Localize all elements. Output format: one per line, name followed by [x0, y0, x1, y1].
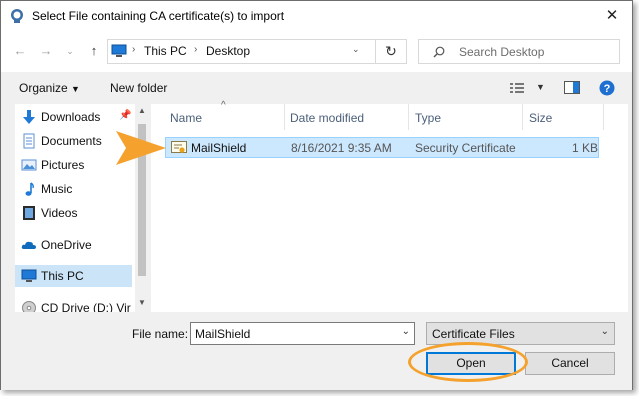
column-divider[interactable]	[603, 104, 604, 130]
chevron-down-icon: ⌄	[66, 46, 74, 56]
scroll-down-icon[interactable]: ▼	[138, 298, 146, 307]
svg-text:?: ?	[604, 83, 611, 95]
dialog-footer: File name: MailShield ⌄ Certificate File…	[1, 312, 632, 390]
view-options-icon[interactable]	[510, 82, 524, 94]
view-dropdown-icon[interactable]: ▼	[536, 82, 545, 92]
command-bar: Organize ▼ New folder ▼ ?	[1, 72, 632, 104]
file-dialog: Select File containing CA certificate(s)…	[0, 0, 633, 390]
search-placeholder: Search Desktop	[459, 45, 545, 59]
file-list: ^ Name Date modified Type Size MailShiel…	[151, 100, 628, 312]
arrow-left-icon: ←	[13, 43, 27, 58]
up-button[interactable]: ↑	[85, 42, 103, 60]
caret-down-icon: ▼	[71, 84, 80, 94]
column-divider[interactable]	[284, 104, 285, 130]
address-dropdown-icon[interactable]: ⌄	[352, 44, 360, 55]
breadcrumb-desktop[interactable]: Desktop	[206, 44, 250, 58]
music-icon	[25, 182, 34, 196]
breadcrumb-chevron-icon: ›	[132, 44, 136, 55]
refresh-icon: ↻	[385, 43, 397, 59]
callout-arrow	[116, 131, 166, 165]
scroll-up-icon[interactable]: ▲	[138, 106, 146, 115]
forward-button[interactable]: →	[37, 42, 55, 60]
arrow-up-icon: ↑	[90, 43, 98, 58]
search-icon	[433, 46, 445, 58]
file-date-cell: 8/16/2021 9:35 AM	[291, 141, 392, 155]
certificate-file-icon	[171, 141, 187, 153]
organize-menu[interactable]: Organize ▼	[19, 81, 80, 95]
cloud-icon	[21, 241, 36, 249]
chevron-down-icon[interactable]: ⌄	[402, 326, 410, 337]
arrow-right-icon: →	[39, 43, 53, 58]
sidebar-item-videos[interactable]: Videos	[15, 202, 133, 224]
sidebar-item-music[interactable]: Music	[15, 178, 133, 200]
sort-ascending-icon: ^	[221, 100, 226, 111]
cancel-button[interactable]: Cancel	[525, 352, 615, 375]
breadcrumb-this-pc[interactable]: This PC	[144, 44, 187, 58]
file-name-input[interactable]: MailShield ⌄	[190, 322, 415, 345]
pictures-icon	[21, 159, 37, 171]
column-header-name[interactable]: Name	[170, 111, 202, 125]
new-folder-button[interactable]: New folder	[110, 81, 167, 95]
title-bar: Select File containing CA certificate(s)…	[1, 1, 632, 32]
file-name-value: MailShield	[195, 327, 251, 341]
column-header-date-modified[interactable]: Date modified	[290, 111, 364, 125]
cd-drive-icon	[22, 301, 36, 312]
chevron-down-icon: ⌄	[600, 326, 609, 337]
file-name-label: File name:	[132, 327, 189, 341]
certificate-app-icon	[11, 9, 23, 23]
preview-pane-icon[interactable]	[564, 81, 580, 94]
computer-icon	[111, 44, 127, 57]
column-divider[interactable]	[522, 104, 523, 130]
search-box[interactable]: Search Desktop	[418, 39, 620, 64]
back-button[interactable]: ←	[11, 42, 29, 60]
navigation-bar: ← → ⌄ ↑ › This PC › Desktop ⌄ ↻ Search D…	[1, 32, 632, 72]
file-row-selected[interactable]: MailShield 8/16/2021 9:35 AM Security Ce…	[165, 137, 599, 158]
file-type-cell: Security Certificate	[415, 141, 516, 155]
download-icon	[23, 110, 35, 124]
sidebar-item-this-pc[interactable]: This PC	[15, 265, 132, 287]
close-button[interactable]: ✕	[600, 5, 624, 27]
pin-icon[interactable]: 📌	[119, 110, 131, 121]
sidebar-item-onedrive[interactable]: OneDrive	[15, 234, 133, 256]
callout-highlight-ring	[408, 342, 528, 382]
sidebar-item-cd-drive[interactable]: CD Drive (D:) Vir	[15, 297, 149, 312]
breadcrumb-chevron-icon: ›	[194, 44, 198, 55]
close-icon: ✕	[605, 7, 619, 24]
documents-icon	[23, 133, 35, 149]
column-divider[interactable]	[408, 104, 409, 130]
file-name-cell: MailShield	[191, 141, 247, 155]
address-bar[interactable]: › This PC › Desktop ⌄	[107, 39, 407, 64]
computer-icon	[21, 269, 37, 282]
file-type-value: Certificate Files	[432, 327, 515, 341]
column-header-size[interactable]: Size	[529, 111, 552, 125]
dialog-title: Select File containing CA certificate(s)…	[32, 9, 285, 23]
refresh-button[interactable]: ↻	[375, 39, 407, 64]
file-size-cell: 1 KB	[572, 141, 599, 155]
videos-icon	[23, 206, 35, 220]
column-header-type[interactable]: Type	[415, 111, 441, 125]
help-icon[interactable]: ?	[599, 80, 615, 96]
recent-locations-button[interactable]: ⌄	[61, 42, 79, 60]
